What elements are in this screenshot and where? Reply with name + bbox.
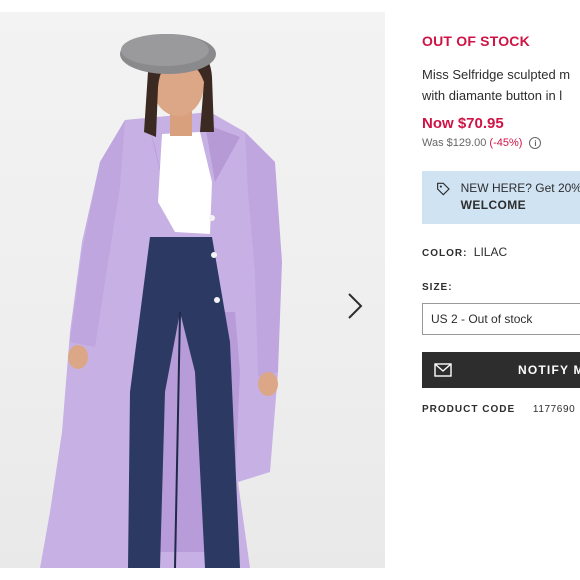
- chevron-right-icon: [348, 293, 363, 319]
- tag-icon: [437, 182, 450, 196]
- size-select[interactable]: US 2 - Out of stock: [422, 303, 580, 335]
- color-label: COLOR:: [422, 248, 468, 259]
- next-image-button[interactable]: [346, 292, 376, 324]
- product-image[interactable]: [0, 12, 385, 568]
- product-code-label: PRODUCT CODE: [422, 404, 516, 415]
- info-icon[interactable]: i: [529, 137, 542, 149]
- product-code-row: PRODUCT CODE 1177690: [422, 404, 575, 415]
- promo-banner[interactable]: NEW HERE? Get 20% o WELCOME: [422, 171, 580, 224]
- product-title: Miss Selfridge sculpted m with diamante …: [422, 64, 580, 106]
- promo-text: NEW HERE? Get 20% o: [460, 181, 580, 195]
- promo-code: WELCOME: [460, 198, 527, 212]
- product-title-line2: with diamante button in l: [422, 88, 563, 103]
- product-photo: [40, 34, 282, 568]
- now-price: Now $70.95: [422, 115, 504, 132]
- product-title-line1: Miss Selfridge sculpted m: [422, 67, 571, 82]
- color-row: COLOR: LILAC: [422, 245, 507, 259]
- was-price: Was $129.00: [422, 137, 487, 149]
- was-price-row: Was $129.00 (-45%) i: [422, 137, 542, 149]
- stock-status: OUT OF STOCK: [422, 33, 530, 49]
- discount-percent: (-45%): [489, 137, 523, 149]
- product-code-value: 1177690: [532, 404, 576, 415]
- color-value: LILAC: [473, 245, 508, 259]
- notify-me-button[interactable]: NOTIFY M: [422, 352, 580, 388]
- mail-icon: [434, 363, 452, 377]
- notify-me-label: NOTIFY M: [518, 363, 580, 377]
- size-label: SIZE:: [422, 282, 453, 293]
- promo-text-block: NEW HERE? Get 20% o WELCOME: [461, 180, 580, 224]
